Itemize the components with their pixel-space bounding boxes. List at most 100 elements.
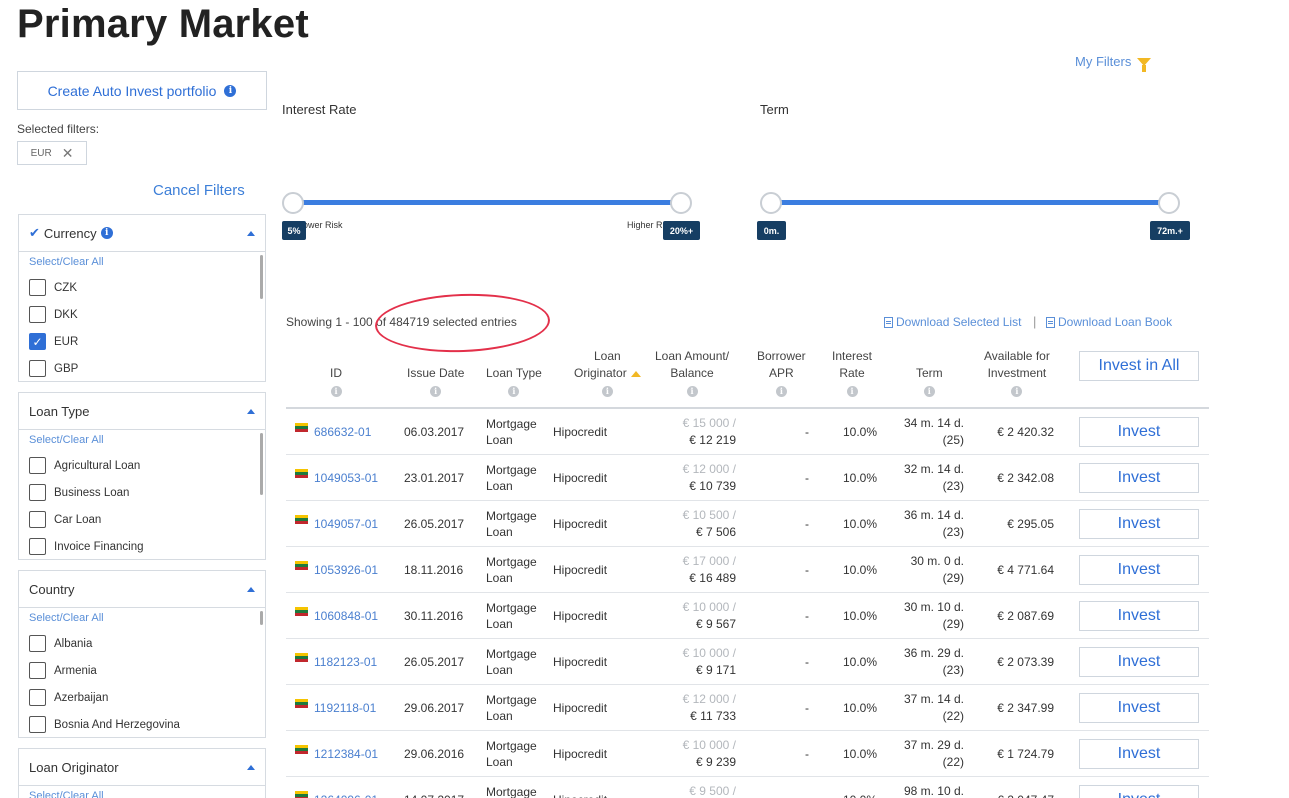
country-filter-header[interactable]: Country [19, 571, 265, 608]
term-track[interactable] [771, 200, 1171, 205]
invest-button[interactable]: Invest [1079, 693, 1199, 723]
scrollbar[interactable] [260, 255, 263, 299]
loan-type-option[interactable]: Agricultural Loan [29, 452, 255, 479]
chevron-up-icon[interactable] [247, 230, 255, 236]
select-clear-all-link[interactable]: Select/Clear All [29, 256, 255, 268]
cancel-filters-link[interactable]: Cancel Filters [153, 182, 245, 199]
term: 37 m. 29 d. (22) [903, 738, 964, 769]
info-icon[interactable]: i [1011, 386, 1023, 397]
col-header-interest-rate[interactable]: Interest Rate i [832, 348, 872, 397]
term: 34 m. 14 d. (25) [903, 416, 964, 447]
scrollbar[interactable] [260, 433, 263, 495]
term-max-handle[interactable] [1158, 192, 1180, 214]
scrollbar[interactable] [260, 611, 263, 625]
checkbox-checked[interactable]: ✓ [29, 333, 46, 350]
invest-button[interactable]: Invest [1079, 509, 1199, 539]
col-header-borrower-apr[interactable]: Borrower APR i [757, 348, 806, 397]
loan-type: MortgageLoan [486, 785, 537, 798]
info-icon[interactable]: i [100, 227, 113, 239]
col-header-loan-amount[interactable]: Loan Amount/Balance i [655, 348, 729, 397]
chevron-up-icon[interactable] [247, 764, 255, 770]
loan-type-option[interactable]: Car Loan [29, 506, 255, 533]
col-header-available[interactable]: Available for Investment i [984, 348, 1050, 397]
col-header-loan-type[interactable]: Loan Type i [486, 365, 542, 397]
loan-id-link[interactable]: 1049057-01 [314, 501, 378, 547]
loan-id-link[interactable]: 1182123-01 [314, 639, 377, 685]
col-header-originator[interactable]: Loan Originator i [574, 348, 641, 397]
loan-amount: € 15 000 /€ 12 219 [682, 416, 736, 447]
loan-id-link[interactable]: 1053926-01 [314, 547, 378, 593]
currency-option-czk[interactable]: CZK [29, 274, 255, 301]
info-icon[interactable]: i [846, 386, 858, 397]
option-label: DKK [54, 308, 78, 321]
country-option[interactable]: Armenia [29, 657, 255, 684]
my-filters-link[interactable]: My Filters [1075, 54, 1152, 72]
checkbox[interactable] [29, 538, 46, 555]
country-option[interactable]: Azerbaijan [29, 684, 255, 711]
info-icon[interactable]: i [601, 386, 613, 397]
select-clear-all-link[interactable]: Select/Clear All [29, 434, 255, 446]
info-icon[interactable]: i [508, 386, 520, 397]
info-icon[interactable]: i [923, 386, 935, 397]
info-icon[interactable]: i [775, 386, 787, 397]
loan-id-link[interactable]: 1212384-01 [314, 731, 378, 777]
loan-type-option[interactable]: Invoice Financing [29, 533, 255, 559]
country-option[interactable]: Albania [29, 630, 255, 657]
invest-in-all-button[interactable]: Invest in All [1079, 351, 1199, 381]
create-auto-invest-button[interactable]: Create Auto Invest portfolio i [17, 71, 267, 110]
select-clear-all-link[interactable]: Select/Clear All [29, 790, 255, 798]
checkbox[interactable] [29, 279, 46, 296]
info-icon[interactable]: i [686, 386, 698, 397]
interest-rate: 10.0% [843, 609, 878, 623]
invest-button[interactable]: Invest [1079, 555, 1199, 585]
info-icon[interactable]: i [430, 386, 442, 397]
interest-min-handle[interactable] [282, 192, 304, 214]
col-header-issue-date[interactable]: Issue Date i [407, 365, 464, 397]
currency-option-gbp[interactable]: GBP [29, 355, 255, 381]
close-icon[interactable]: ✕ [62, 145, 74, 162]
checkbox[interactable] [29, 457, 46, 474]
borrower-apr: - [805, 471, 809, 485]
checkbox[interactable] [29, 484, 46, 501]
originator-filter-header[interactable]: Loan Originator [19, 749, 265, 786]
interest-rate-track[interactable] [293, 200, 683, 205]
checkbox[interactable] [29, 360, 46, 377]
term-min-handle[interactable] [760, 192, 782, 214]
loan-id-link[interactable]: 1264096-01 [314, 777, 378, 798]
download-selected-link[interactable]: Download Selected List [884, 315, 1021, 329]
download-loan-book-link[interactable]: Download Loan Book [1046, 315, 1172, 329]
interest-max-handle[interactable] [670, 192, 692, 214]
loan-type-option[interactable]: Business Loan [29, 479, 255, 506]
checkbox[interactable] [29, 635, 46, 652]
checkbox[interactable] [29, 662, 46, 679]
currency-filter-header[interactable]: ✔ Currency i [19, 215, 265, 252]
invest-button[interactable]: Invest [1079, 647, 1199, 677]
country-option[interactable]: Bosnia And Herzegovina [29, 711, 255, 737]
info-icon[interactable]: i [330, 386, 342, 397]
checkbox[interactable] [29, 689, 46, 706]
checkbox[interactable] [29, 511, 46, 528]
sort-ascending-icon[interactable] [630, 370, 641, 377]
invest-button[interactable]: Invest [1079, 463, 1199, 493]
loan-id-link[interactable]: 1049053-01 [314, 455, 378, 501]
table-row: 686632-01 06.03.2017 Mortgage Loan Hipocr… [286, 409, 1209, 455]
info-icon[interactable]: i [224, 84, 237, 97]
loan-id-link[interactable]: 1192118-01 [314, 685, 376, 731]
currency-option-dkk[interactable]: DKK [29, 301, 255, 328]
chevron-up-icon[interactable] [247, 408, 255, 414]
invest-button[interactable]: Invest [1079, 601, 1199, 631]
loan-id-link[interactable]: 1060848-01 [314, 593, 378, 639]
col-header-term[interactable]: Term i [916, 365, 943, 397]
invest-button[interactable]: Invest [1079, 785, 1199, 798]
select-clear-all-link[interactable]: Select/Clear All [29, 612, 255, 624]
loan-type-filter-header[interactable]: Loan Type [19, 393, 265, 430]
chevron-up-icon[interactable] [247, 586, 255, 592]
invest-button[interactable]: Invest [1079, 739, 1199, 769]
col-header-id[interactable]: ID i [330, 365, 342, 397]
checkbox[interactable] [29, 716, 46, 733]
currency-option-eur[interactable]: ✓ EUR [29, 328, 255, 355]
checkbox[interactable] [29, 306, 46, 323]
invest-button[interactable]: Invest [1079, 417, 1199, 447]
loan-id-link[interactable]: 686632-01 [314, 409, 371, 455]
lithuania-flag-icon [295, 699, 308, 708]
